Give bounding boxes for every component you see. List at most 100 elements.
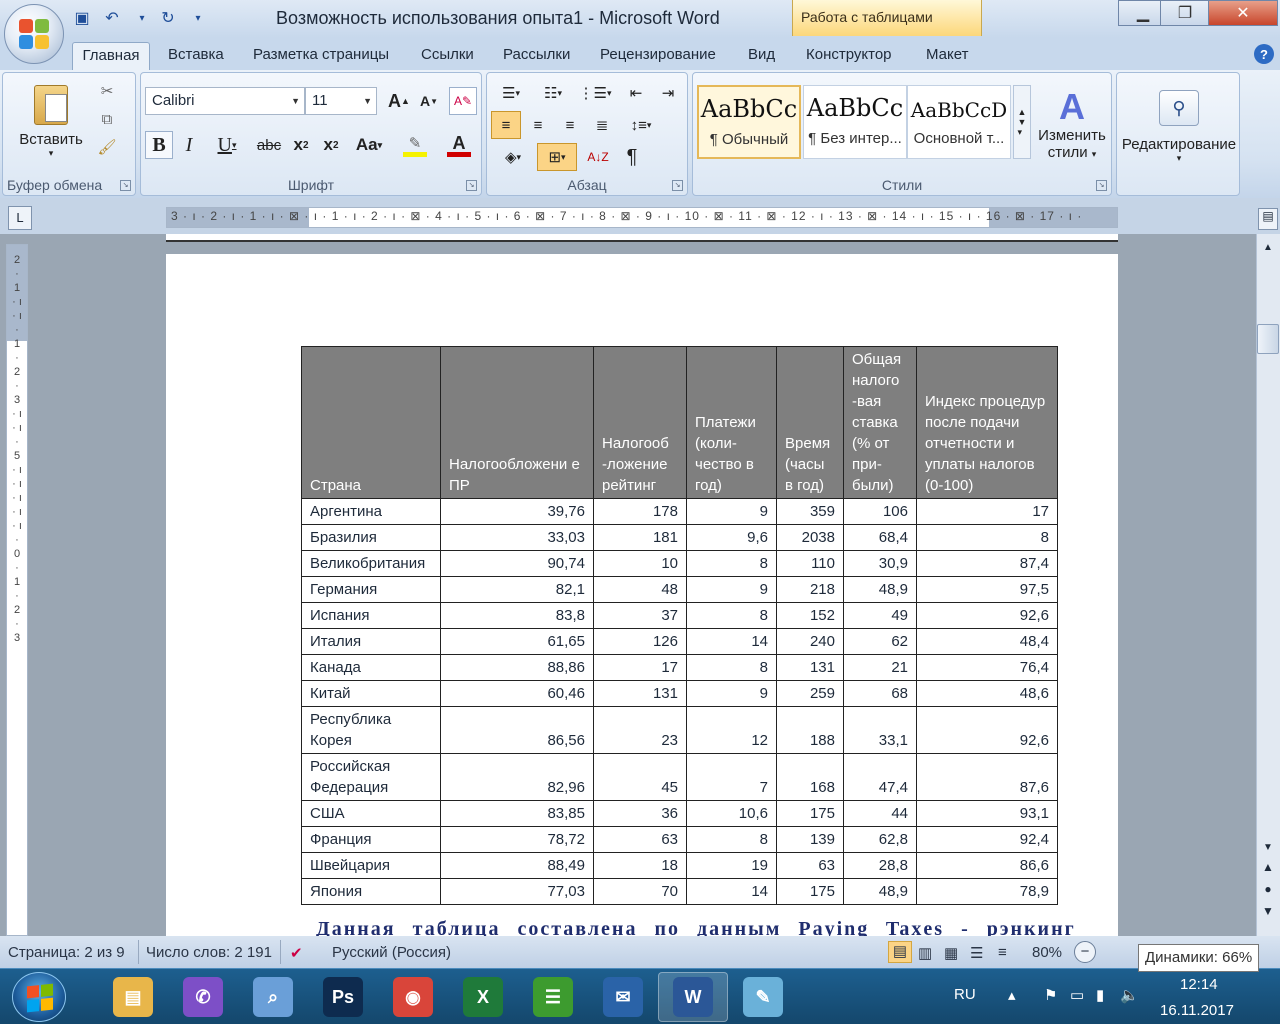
sort-icon[interactable]: A↓Z <box>583 143 613 171</box>
value-cell[interactable]: 70 <box>593 878 687 905</box>
highlight-color-button[interactable]: ✎ <box>393 131 437 159</box>
page-count[interactable]: Страница: 2 из 9 <box>8 944 125 961</box>
value-cell[interactable]: 78,9 <box>916 878 1058 905</box>
value-cell[interactable]: 152 <box>776 602 844 629</box>
undo-icon[interactable]: ↶ <box>100 7 124 29</box>
country-cell[interactable]: Германия <box>301 576 441 603</box>
grow-font-icon[interactable]: A ▲ <box>385 87 413 115</box>
value-cell[interactable]: 175 <box>776 800 844 827</box>
help-icon[interactable]: ? <box>1254 44 1274 64</box>
value-cell[interactable]: 82,1 <box>440 576 594 603</box>
value-cell[interactable]: 181 <box>593 524 687 551</box>
print-layout-icon[interactable]: ▤ <box>888 941 912 963</box>
value-cell[interactable]: 37 <box>593 602 687 629</box>
multilevel-list-icon[interactable]: ⋮☰ ▾ <box>575 79 615 107</box>
country-cell[interactable]: Китай <box>301 680 441 707</box>
value-cell[interactable]: 7 <box>686 753 777 801</box>
value-cell[interactable]: 97,5 <box>916 576 1058 603</box>
table-header-cell[interactable]: Время (часы в год) <box>776 346 844 499</box>
value-cell[interactable]: 68 <box>843 680 917 707</box>
value-cell[interactable]: 76,4 <box>916 654 1058 681</box>
value-cell[interactable]: 44 <box>843 800 917 827</box>
value-cell[interactable]: 63 <box>593 826 687 853</box>
change-case-button[interactable]: Aa ▾ <box>349 131 389 159</box>
country-cell[interactable]: Канада <box>301 654 441 681</box>
web-layout-icon[interactable]: ▦ <box>944 944 958 962</box>
maximize-button[interactable]: ❐ <box>1160 0 1210 26</box>
value-cell[interactable]: 188 <box>776 706 844 754</box>
table-header-cell[interactable]: Страна <box>301 346 441 499</box>
value-cell[interactable]: 8 <box>686 550 777 577</box>
increase-indent-icon[interactable]: ⇥ <box>653 79 683 107</box>
value-cell[interactable]: 218 <box>776 576 844 603</box>
value-cell[interactable]: 82,96 <box>440 753 594 801</box>
styles-scroll[interactable]: ▲ ▼ ▾ <box>1013 85 1031 159</box>
change-styles-button[interactable]: A Изменить стили ▾ <box>1035 79 1109 169</box>
value-cell[interactable]: 92,4 <box>916 826 1058 853</box>
value-cell[interactable]: 359 <box>776 498 844 525</box>
value-cell[interactable]: 49 <box>843 602 917 629</box>
word-count[interactable]: Число слов: 2 191 <box>146 944 272 961</box>
value-cell[interactable]: 77,03 <box>440 878 594 905</box>
value-cell[interactable]: 2038 <box>776 524 844 551</box>
value-cell[interactable]: 87,6 <box>916 753 1058 801</box>
tab-table-design[interactable]: Конструктор <box>806 42 892 70</box>
previous-page-icon[interactable]: ▲ <box>1258 860 1278 880</box>
strikethrough-button[interactable]: abc <box>253 131 285 159</box>
tab-home[interactable]: Главная <box>72 42 150 70</box>
value-cell[interactable]: 45 <box>593 753 687 801</box>
taskbar-thunderbird-button[interactable]: ✉ <box>588 972 658 1022</box>
country-cell[interactable]: Великобритания <box>301 550 441 577</box>
value-cell[interactable]: 86,6 <box>916 852 1058 879</box>
value-cell[interactable]: 23 <box>593 706 687 754</box>
taskbar-project-button[interactable]: ☰ <box>518 972 588 1022</box>
value-cell[interactable]: 88,86 <box>440 654 594 681</box>
font-color-button[interactable]: A <box>439 131 479 159</box>
view-ruler-icon[interactable]: ▤ <box>1258 208 1278 230</box>
full-screen-reading-icon[interactable]: ▥ <box>918 944 932 962</box>
superscript-button[interactable]: x2 <box>317 131 345 159</box>
value-cell[interactable]: 62 <box>843 628 917 655</box>
display-icon[interactable]: ▭ <box>1070 986 1084 1004</box>
country-cell[interactable]: Испания <box>301 602 441 629</box>
table-header-cell[interactable]: Платежи (коли- чество в год) <box>686 346 777 499</box>
clipboard-launcher-icon[interactable]: ↘ <box>120 180 131 191</box>
horizontal-ruler[interactable]: 3 · ı · 2 · ı · 1 · ı · ⊠ · ı · 1 · ı · … <box>166 207 1118 228</box>
tab-page-layout[interactable]: Разметка страницы <box>253 42 389 70</box>
value-cell[interactable]: 30,9 <box>843 550 917 577</box>
value-cell[interactable]: 63 <box>776 852 844 879</box>
value-cell[interactable]: 68,4 <box>843 524 917 551</box>
taskbar-chrome-button[interactable]: ◉ <box>378 972 448 1022</box>
country-cell[interactable]: Республика Корея <box>301 706 441 754</box>
value-cell[interactable]: 88,49 <box>440 852 594 879</box>
justify-icon[interactable]: ≣ <box>587 111 617 139</box>
value-cell[interactable]: 86,56 <box>440 706 594 754</box>
copy-icon[interactable]: ⧉ <box>95 107 119 131</box>
tab-insert[interactable]: Вставка <box>168 42 224 70</box>
style-normal[interactable]: AaBbCc ¶ Обычный <box>697 85 801 159</box>
font-size-field[interactable]: 11 ▼ <box>305 87 377 115</box>
start-button[interactable] <box>12 972 66 1022</box>
borders-icon[interactable]: ⊞ ▾ <box>537 143 577 171</box>
save-icon[interactable]: ▣ <box>70 7 94 29</box>
value-cell[interactable]: 17 <box>593 654 687 681</box>
spellcheck-icon[interactable]: ✔ <box>290 944 303 962</box>
value-cell[interactable]: 8 <box>916 524 1058 551</box>
value-cell[interactable]: 106 <box>843 498 917 525</box>
country-cell[interactable]: Франция <box>301 826 441 853</box>
tab-selector[interactable]: L <box>8 206 32 230</box>
value-cell[interactable]: 9 <box>686 498 777 525</box>
value-cell[interactable]: 178 <box>593 498 687 525</box>
country-cell[interactable]: Япония <box>301 878 441 905</box>
value-cell[interactable]: 33,03 <box>440 524 594 551</box>
value-cell[interactable]: 62,8 <box>843 826 917 853</box>
value-cell[interactable]: 139 <box>776 826 844 853</box>
outline-icon[interactable]: ☰ <box>970 944 983 962</box>
taskbar-viber-button[interactable]: ✆ <box>168 972 238 1022</box>
draft-icon[interactable]: ≡ <box>998 944 1007 961</box>
numbering-icon[interactable]: ☷ ▾ <box>533 79 573 107</box>
font-launcher-icon[interactable]: ↘ <box>466 180 477 191</box>
country-cell[interactable]: Швейцария <box>301 852 441 879</box>
bold-button[interactable]: B <box>145 131 173 159</box>
scroll-down-icon[interactable]: ▼ <box>1258 838 1278 858</box>
